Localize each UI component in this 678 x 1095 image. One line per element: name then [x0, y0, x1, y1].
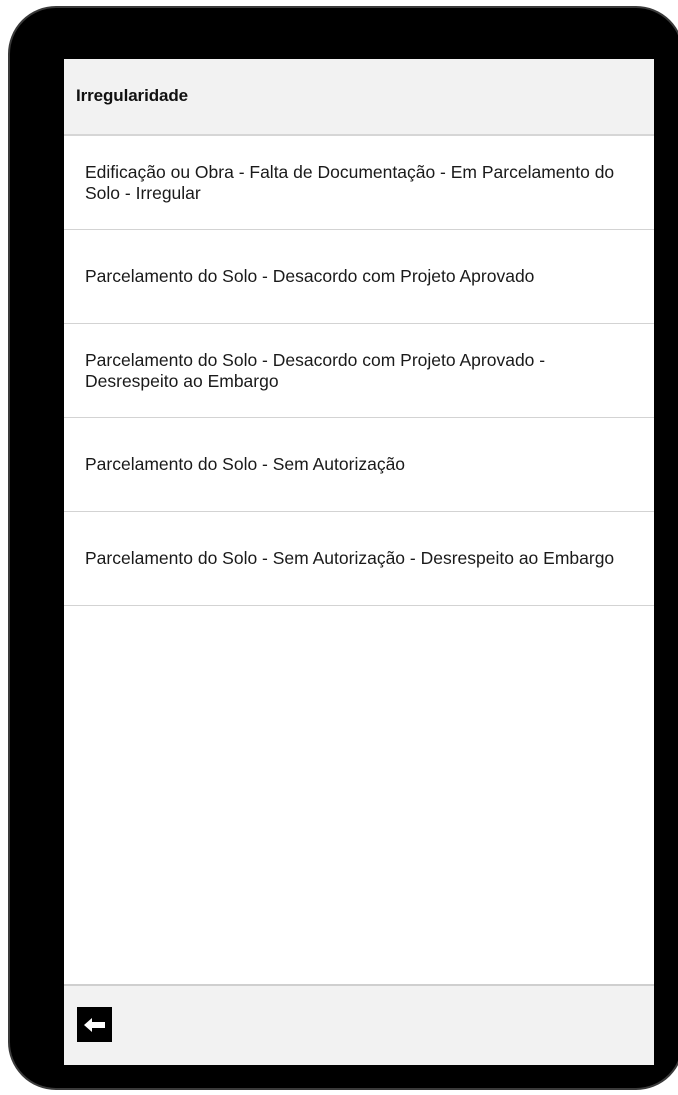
device-frame: Irregularidade Edificação ou Obra - Falt… [8, 6, 678, 1090]
list-item[interactable]: Parcelamento do Solo - Desacordo com Pro… [64, 324, 654, 418]
irregularity-list: Edificação ou Obra - Falta de Documentaç… [64, 136, 654, 606]
list-item[interactable]: Parcelamento do Solo - Desacordo com Pro… [64, 230, 654, 324]
list-item[interactable]: Edificação ou Obra - Falta de Documentaç… [64, 136, 654, 230]
app-screen: Irregularidade Edificação ou Obra - Falt… [64, 59, 654, 1065]
list-item[interactable]: Parcelamento do Solo - Sem Autorização -… [64, 512, 654, 606]
back-button[interactable] [77, 1007, 112, 1042]
list-item-label: Parcelamento do Solo - Sem Autorização -… [85, 548, 615, 568]
arrow-left-icon [84, 1017, 105, 1032]
list-item-label: Parcelamento do Solo - Desacordo com Pro… [85, 266, 535, 286]
page-title: Irregularidade [76, 86, 188, 105]
footer-bar [64, 984, 654, 1065]
list-item-label: Parcelamento do Solo - Desacordo com Pro… [85, 349, 546, 391]
list-item-label: Parcelamento do Solo - Sem Autorização [85, 454, 406, 474]
list-item-label: Edificação ou Obra - Falta de Documentaç… [85, 161, 615, 203]
header-bar: Irregularidade [64, 59, 654, 136]
list-item[interactable]: Parcelamento do Solo - Sem Autorização [64, 418, 654, 512]
